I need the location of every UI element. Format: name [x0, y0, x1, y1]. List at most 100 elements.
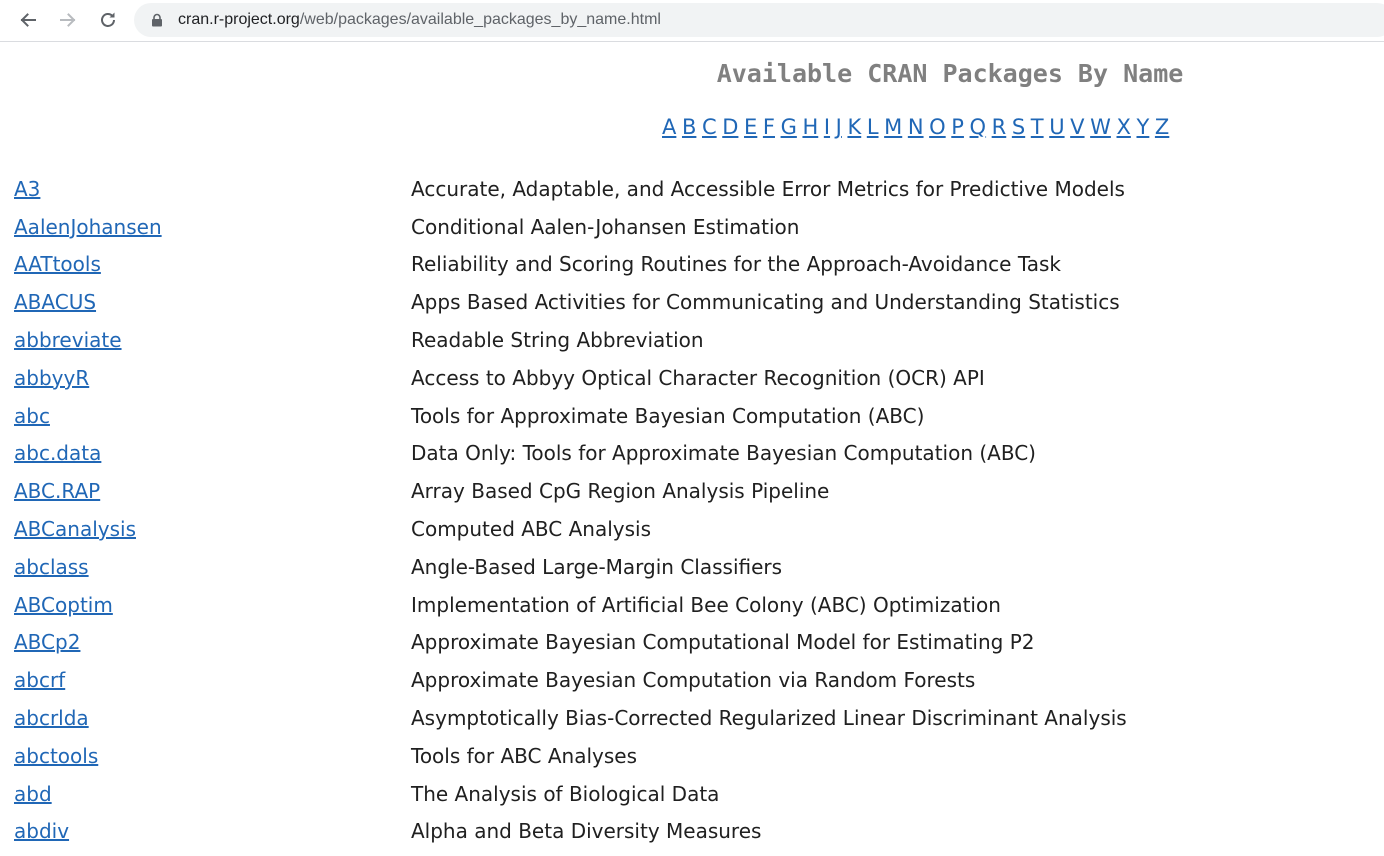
package-description: Implementation of Artificial Bee Colony … — [411, 592, 1001, 617]
package-description: Conditional Aalen-Johansen Estimation — [411, 214, 800, 239]
package-link[interactable]: ABCanalysis — [14, 517, 136, 541]
package-link[interactable]: ABCoptim — [14, 593, 113, 617]
package-description: Computed ABC Analysis — [411, 517, 652, 542]
letter-link-u[interactable]: U — [1049, 115, 1064, 139]
letter-link-s[interactable]: S — [1012, 115, 1025, 139]
reload-icon — [101, 12, 115, 27]
page-content: Available CRAN Packages By Name ABCDEFGH… — [0, 43, 1384, 856]
letter-link-z[interactable]: Z — [1155, 115, 1169, 139]
table-row: abbreviate Readable String Abbreviation — [6, 321, 1127, 359]
letter-link-h[interactable]: H — [802, 115, 818, 139]
package-description: Angle-Based Large-Margin Classifiers — [411, 554, 783, 579]
letter-link-j[interactable]: J — [836, 115, 842, 139]
table-row: ABCanalysis Computed ABC Analysis — [6, 510, 1127, 548]
table-row: AalenJohansen Conditional Aalen-Johansen … — [6, 208, 1127, 246]
package-name-cell: abctools — [6, 737, 403, 775]
table-row: A3 Accurate, Adaptable, and Accessible Er… — [6, 170, 1127, 208]
table-row: abclass Angle-Based Large-Margin Classifi… — [6, 548, 1127, 586]
package-name-cell: abc.data — [6, 435, 403, 473]
letter-link-n[interactable]: N — [908, 115, 924, 139]
package-name-cell: ABCp2 — [6, 624, 403, 662]
package-name-cell: abd — [6, 775, 403, 813]
table-row: ABCoptim Implementation of Artificial Bee… — [6, 586, 1127, 624]
table-row: abbyyR Access to Abbyy Optical Character … — [6, 359, 1127, 397]
url-path: /web/packages/available_packages_by_name… — [299, 11, 661, 28]
package-name-cell: abcrf — [6, 661, 403, 699]
package-link[interactable]: abclass — [14, 555, 89, 579]
table-row: abcrlda Asymptotically Bias-Corrected Reg… — [6, 699, 1127, 737]
package-link[interactable]: ABCp2 — [14, 630, 80, 654]
letter-link-m[interactable]: M — [884, 115, 902, 139]
letter-link-i[interactable]: I — [824, 115, 830, 139]
letter-link-a[interactable]: A — [662, 115, 676, 139]
package-name-cell: ABCoptim — [6, 586, 403, 624]
letter-link-d[interactable]: D — [722, 115, 738, 139]
package-name-cell: ABACUS — [6, 283, 403, 321]
package-link[interactable]: abctools — [14, 744, 98, 768]
package-name-cell: AalenJohansen — [6, 208, 403, 246]
arrow-left-icon — [20, 13, 36, 27]
forward-button[interactable] — [55, 7, 81, 33]
url-host: cran.r-project.org — [178, 11, 300, 28]
letter-link-g[interactable]: G — [781, 115, 797, 139]
package-description: Approximate Bayesian Computational Model… — [411, 630, 1035, 655]
table-row: abctools Tools for ABC Analyses — [6, 737, 1127, 775]
package-link[interactable]: abdiv — [14, 819, 69, 843]
letter-index: ABCDEFGHIJKLMNOPQRSTUVWXYZ — [662, 113, 1175, 141]
back-button[interactable] — [15, 7, 41, 33]
url-text: cran.r-project.org/web/packages/availabl… — [178, 11, 661, 29]
letter-link-f[interactable]: F — [763, 115, 775, 139]
package-link[interactable]: ABC.RAP — [14, 479, 100, 503]
package-description: Asymptotically Bias-Corrected Regularize… — [411, 706, 1127, 731]
letter-link-k[interactable]: K — [847, 115, 861, 139]
package-description: Accurate, Adaptable, and Accessible Erro… — [411, 176, 1125, 201]
package-name-cell: abbyyR — [6, 359, 403, 397]
letter-link-l[interactable]: L — [867, 115, 879, 139]
table-row: ABC.RAP Array Based CpG Region Analysis P… — [6, 472, 1127, 510]
package-link[interactable]: ABACUS — [14, 290, 96, 314]
table-row: abc.data Data Only: Tools for Approximate… — [6, 435, 1127, 473]
package-name-cell: abcrlda — [6, 699, 403, 737]
letter-link-b[interactable]: B — [682, 115, 696, 139]
letter-link-w[interactable]: W — [1090, 115, 1111, 139]
package-name-cell: A3 — [6, 170, 403, 208]
package-link[interactable]: abc — [14, 404, 50, 428]
table-row: ABACUS Apps Based Activities for Communic… — [6, 283, 1127, 321]
package-description: Readable String Abbreviation — [411, 328, 704, 353]
reload-button[interactable] — [95, 7, 121, 33]
letter-link-c[interactable]: C — [702, 115, 717, 139]
letter-link-y[interactable]: Y — [1136, 115, 1149, 139]
address-bar[interactable]: cran.r-project.org/web/packages/availabl… — [134, 3, 1384, 37]
table-row: abdiv Alpha and Beta Diversity Measures — [6, 813, 1127, 851]
package-link[interactable]: abcrlda — [14, 706, 89, 730]
package-description: Tools for ABC Analyses — [411, 743, 638, 768]
letter-link-v[interactable]: V — [1070, 115, 1084, 139]
package-link[interactable]: abbreviate — [14, 328, 122, 352]
package-name-cell: ABCanalysis — [6, 510, 403, 548]
letter-link-o[interactable]: O — [929, 115, 946, 139]
arrow-right-icon — [60, 13, 76, 27]
letter-link-r[interactable]: R — [992, 115, 1007, 139]
package-name-cell: AATtools — [6, 246, 403, 284]
table-row: abcrf Approximate Bayesian Computation vi… — [6, 661, 1127, 699]
package-link[interactable]: abcrf — [14, 668, 65, 692]
table-row: abc Tools for Approximate Bayesian Comput… — [6, 397, 1127, 435]
package-link[interactable]: abd — [14, 782, 52, 806]
package-link[interactable]: abc.data — [14, 441, 101, 465]
package-link[interactable]: AATtools — [14, 252, 101, 276]
package-link[interactable]: AalenJohansen — [14, 215, 162, 239]
letter-link-q[interactable]: Q — [970, 115, 987, 139]
lock-icon — [152, 13, 162, 27]
letter-link-e[interactable]: E — [744, 115, 757, 139]
package-link[interactable]: A3 — [14, 177, 40, 201]
package-description: Approximate Bayesian Computation via Ran… — [411, 668, 976, 693]
package-name-cell: abdiv — [6, 813, 403, 851]
page-title: Available CRAN Packages By Name — [716, 59, 1184, 88]
package-name-cell: abbreviate — [6, 321, 403, 359]
letter-link-x[interactable]: X — [1117, 115, 1131, 139]
letter-link-t[interactable]: T — [1031, 115, 1044, 139]
letter-link-p[interactable]: P — [951, 115, 964, 139]
packages-table: A3 Accurate, Adaptable, and Accessible Er… — [6, 170, 1127, 850]
package-description: Reliability and Scoring Routines for the… — [411, 252, 1061, 277]
package-link[interactable]: abbyyR — [14, 366, 89, 390]
